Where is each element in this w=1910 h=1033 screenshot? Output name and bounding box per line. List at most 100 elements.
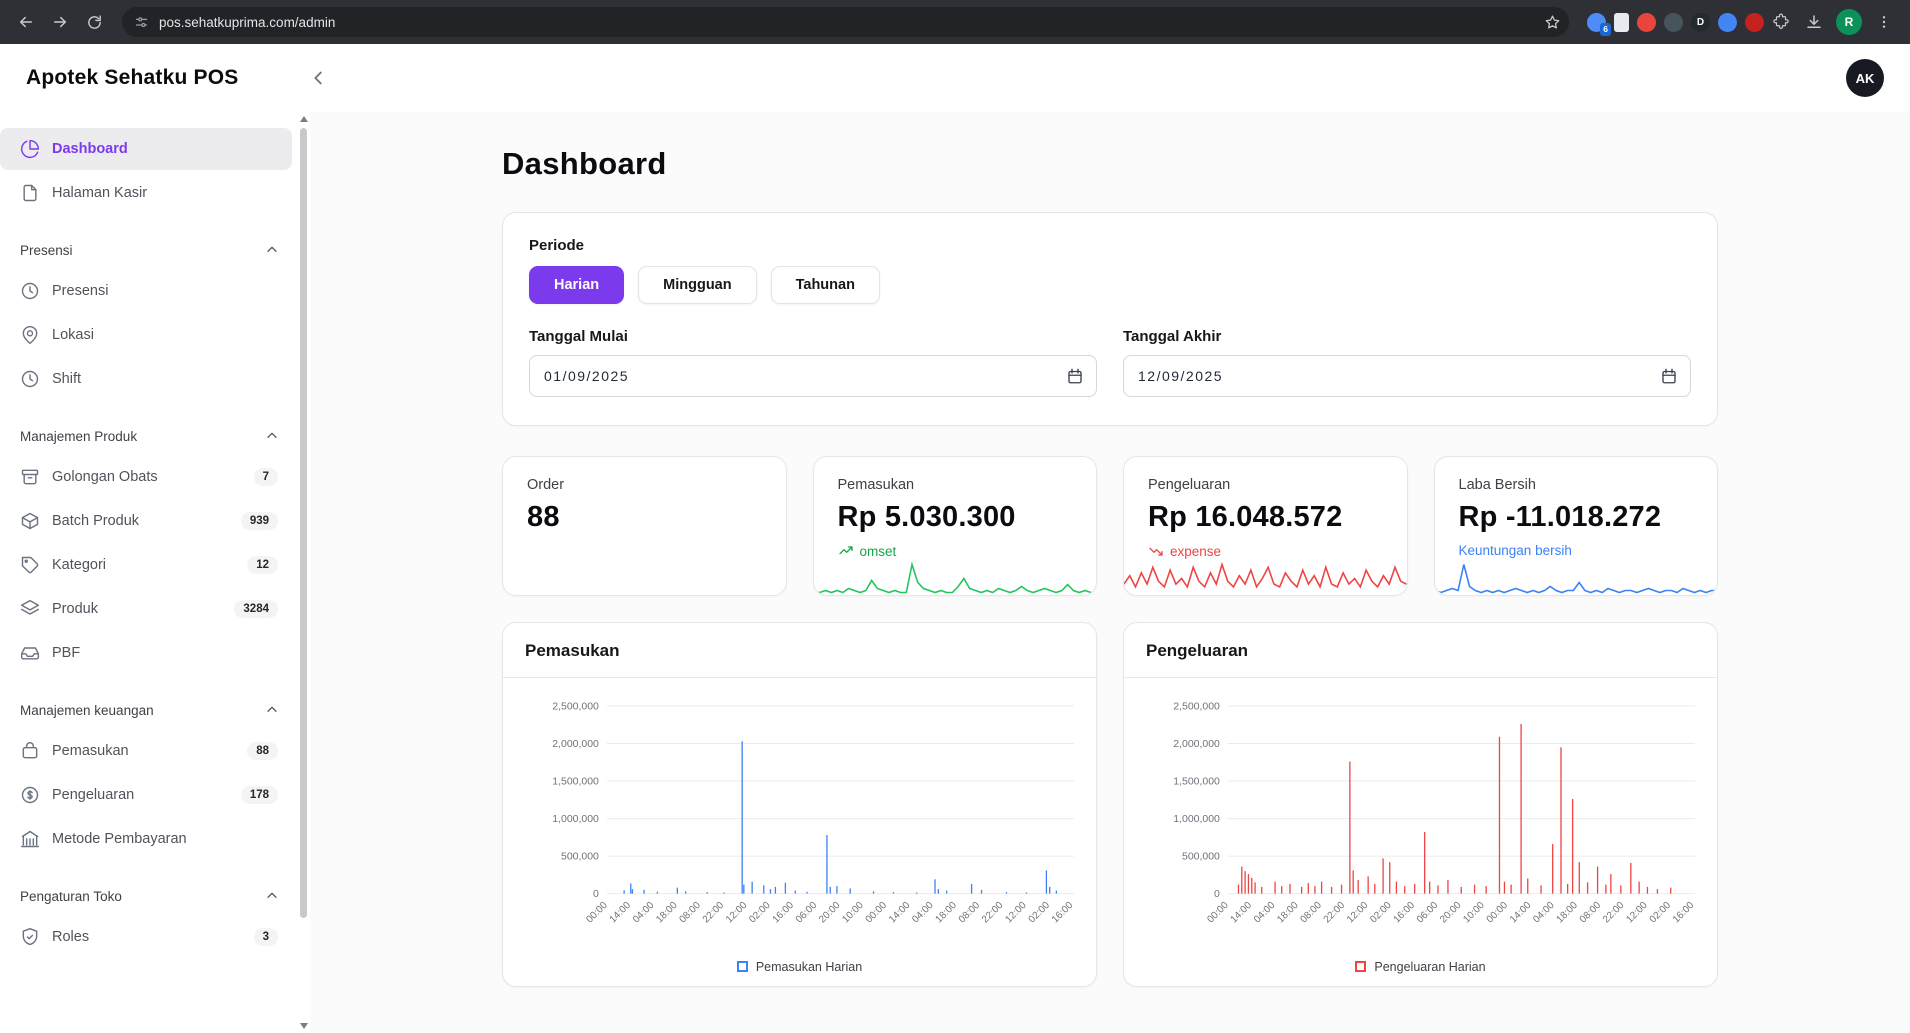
period-button-mingguan[interactable]: Mingguan — [638, 266, 756, 304]
sidebar-section-pengaturan-toko[interactable]: Pengaturan Toko — [20, 888, 280, 904]
svg-text:08:00: 08:00 — [1578, 900, 1604, 926]
pengeluaran-bar-chart: 0500,0001,000,0001,500,0002,000,0002,500… — [1142, 690, 1699, 958]
browser-profile-avatar[interactable]: R — [1836, 9, 1862, 35]
svg-text:22:00: 22:00 — [701, 900, 727, 926]
shield-check-icon — [20, 927, 40, 947]
sidebar-item-kategori[interactable]: Kategori12 — [0, 544, 292, 586]
sidebar-item-golongan-obats[interactable]: Golongan Obats7 — [0, 456, 292, 498]
menu-kebab-icon[interactable] — [1868, 6, 1900, 38]
svg-text:1,500,000: 1,500,000 — [1173, 777, 1220, 788]
scrollbar-down-arrow-icon[interactable] — [300, 1023, 308, 1029]
sidebar-item-label: Roles — [52, 929, 89, 945]
sidebar-item-pbf[interactable]: PBF — [0, 632, 292, 674]
sidebar-item-badge: 12 — [247, 556, 278, 574]
site-info-icon[interactable] — [134, 15, 149, 30]
period-button-tahunan[interactable]: Tahunan — [771, 266, 880, 304]
sidebar-item-shift[interactable]: Shift — [0, 358, 292, 400]
svg-text:00:00: 00:00 — [864, 900, 890, 926]
svg-text:500,000: 500,000 — [1182, 852, 1220, 863]
scrollbar-thumb[interactable] — [300, 128, 307, 918]
svg-text:14:00: 14:00 — [1508, 900, 1534, 926]
extension-icon-d[interactable]: D — [1691, 13, 1710, 32]
legend-label: Pengeluaran Harian — [1374, 960, 1485, 974]
sidebar-item-metode-pembayaran[interactable]: Metode Pembayaran — [0, 818, 292, 860]
charts-row: Pemasukan 0500,0001,000,0001,500,0002,00… — [502, 622, 1718, 987]
extension-icon-blue[interactable] — [1718, 13, 1737, 32]
svg-text:1,000,000: 1,000,000 — [1173, 814, 1220, 825]
scrollbar-up-arrow-icon[interactable] — [300, 116, 308, 122]
extension-icon-blue-badged[interactable]: 6 — [1587, 13, 1606, 32]
sidebar-item-produk[interactable]: Produk3284 — [0, 588, 292, 630]
extensions-puzzle-icon[interactable] — [1772, 13, 1790, 31]
chart-legend: Pengeluaran Harian — [1124, 960, 1717, 974]
user-avatar[interactable]: AK — [1846, 59, 1884, 97]
calendar-icon[interactable] — [1066, 367, 1084, 385]
svg-text:18:00: 18:00 — [654, 900, 680, 926]
archive-icon — [20, 467, 40, 487]
sidebar-scrollbar[interactable] — [297, 112, 310, 1033]
sidebar-section-manajemen-keuangan[interactable]: Manajemen keuangan — [20, 702, 280, 718]
svg-text:00:00: 00:00 — [584, 900, 610, 926]
app-title: Apotek Sehatku POS — [26, 66, 238, 90]
stat-value: Rp -11.018.272 — [1459, 501, 1694, 534]
stat-label: Pengeluaran — [1148, 477, 1383, 493]
sidebar-item-label: Pengeluaran — [52, 787, 134, 803]
pie-chart-icon — [20, 139, 40, 159]
stat-label: Order — [527, 477, 762, 493]
back-icon[interactable] — [10, 6, 42, 38]
svg-text:2,500,000: 2,500,000 — [552, 701, 599, 712]
layers-icon — [20, 599, 40, 619]
extension-icon-docs[interactable] — [1614, 13, 1629, 32]
downloads-icon[interactable] — [1798, 6, 1830, 38]
dollar-circle-icon — [20, 785, 40, 805]
document-icon — [20, 183, 40, 203]
sidebar-item-halaman-kasir[interactable]: Halaman Kasir — [0, 172, 292, 214]
legend-swatch-icon — [737, 961, 748, 972]
laba-sparkline — [1435, 559, 1718, 595]
chart-title: Pengeluaran — [1124, 623, 1717, 678]
sidebar-section-manajemen-produk[interactable]: Manajemen Produk — [20, 428, 280, 444]
period-button-harian[interactable]: Harian — [529, 266, 624, 304]
sidebar-item-pengeluaran[interactable]: Pengeluaran178 — [0, 774, 292, 816]
sidebar-item-label: Dashboard — [52, 141, 128, 157]
tanggal-akhir-input[interactable]: 12/09/2025 — [1123, 355, 1691, 397]
address-bar[interactable]: pos.sehatkuprima.com/admin — [122, 7, 1569, 37]
svg-text:22:00: 22:00 — [1322, 900, 1348, 926]
extension-icon-crimson[interactable] — [1745, 13, 1764, 32]
periode-options: Harian Mingguan Tahunan — [529, 266, 1691, 304]
svg-text:22:00: 22:00 — [1601, 900, 1627, 926]
stat-card-laba-bersih: Laba Bersih Rp -11.018.272 Keuntungan be… — [1434, 456, 1719, 596]
extension-icon-red[interactable] — [1637, 13, 1656, 32]
svg-text:14:00: 14:00 — [887, 900, 913, 926]
refresh-icon[interactable] — [78, 6, 110, 38]
sidebar-item-dashboard[interactable]: Dashboard — [0, 128, 292, 170]
extension-icon-slate[interactable] — [1664, 13, 1683, 32]
calendar-icon[interactable] — [1660, 367, 1678, 385]
sidebar-item-roles[interactable]: Roles3 — [0, 916, 292, 958]
bookmark-star-icon[interactable] — [1544, 14, 1561, 31]
sidebar-item-lokasi[interactable]: Lokasi — [0, 314, 292, 356]
puzzle-icon — [1772, 13, 1790, 31]
sidebar-item-pemasukan[interactable]: Pemasukan88 — [0, 730, 292, 772]
pengeluaran-sparkline — [1124, 559, 1407, 595]
stat-label: Laba Bersih — [1459, 477, 1694, 493]
pemasukan-bar-chart: 0500,0001,000,0001,500,0002,000,0002,500… — [521, 690, 1078, 958]
chevron-up-icon — [264, 428, 280, 444]
pemasukan-sparkline — [814, 559, 1097, 595]
sidebar-item-presensi[interactable]: Presensi — [0, 270, 292, 312]
sidebar-section-presensi[interactable]: Presensi — [20, 242, 280, 258]
tanggal-mulai-input[interactable]: 01/09/2025 — [529, 355, 1097, 397]
forward-icon[interactable] — [44, 6, 76, 38]
sidebar-item-batch-produk[interactable]: Batch Produk939 — [0, 500, 292, 542]
sidebar-collapse-button[interactable] — [308, 67, 330, 89]
svg-text:10:00: 10:00 — [1461, 900, 1487, 926]
stat-value: 88 — [527, 501, 762, 534]
svg-text:16:00: 16:00 — [1392, 900, 1418, 926]
svg-text:12:00: 12:00 — [1624, 900, 1650, 926]
stat-sub-label: expense — [1170, 544, 1221, 559]
svg-text:14:00: 14:00 — [608, 900, 634, 926]
svg-text:16:00: 16:00 — [1671, 900, 1697, 926]
stat-label: Pemasukan — [838, 477, 1073, 493]
svg-text:18:00: 18:00 — [934, 900, 960, 926]
tag-icon — [20, 555, 40, 575]
